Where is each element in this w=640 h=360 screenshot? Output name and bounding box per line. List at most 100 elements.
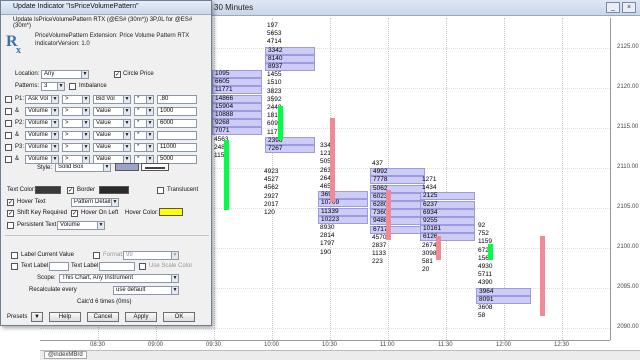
row-multiplier-dropdown[interactable]: * ▼: [134, 95, 154, 104]
price-bar[interactable]: [278, 106, 283, 140]
row-operator-dropdown[interactable]: > ▼: [62, 131, 90, 140]
text-label-input[interactable]: [49, 262, 69, 271]
row-operator-dropdown[interactable]: > ▼: [62, 95, 90, 104]
row-operator-dropdown[interactable]: > ▼: [62, 107, 90, 116]
text-label2-label: Text Label:: [71, 263, 101, 269]
hover-text-checkbox[interactable]: ✓: [7, 199, 14, 206]
grid-line-horizontal: [40, 328, 610, 329]
recalculate-value: use default: [116, 287, 146, 293]
row-field-dropdown[interactable]: Volume ▼: [25, 131, 59, 140]
row-multiplier-dropdown[interactable]: * ▼: [134, 119, 154, 128]
hover-on-left-checkbox[interactable]: ✓: [71, 210, 78, 217]
translucent-checkbox[interactable]: [157, 187, 164, 194]
row-multiplier-dropdown[interactable]: * ▼: [134, 143, 154, 152]
row-value-input[interactable]: 6000: [157, 119, 197, 128]
row-value-input[interactable]: 11000: [157, 143, 197, 152]
volume-cell: 4527: [264, 176, 279, 184]
volume-cell: 1271: [422, 176, 437, 183]
close-icon[interactable]: ×: [622, 2, 636, 13]
fill-color-swatch[interactable]: [115, 163, 139, 171]
row-label: &: [15, 108, 20, 114]
dialog-titlebar[interactable]: Update Indicator "IsPriceVolumePattern": [1, 1, 211, 15]
chart-tab[interactable]: @indexMBrd: [44, 351, 87, 359]
format-dropdown[interactable]: 99 ▼: [123, 251, 179, 260]
use-scale-color-label: Use Scale Color: [149, 263, 193, 269]
ok-button[interactable]: OK: [163, 312, 195, 322]
price-bar[interactable]: [488, 244, 493, 260]
text-color-swatch[interactable]: [35, 186, 61, 194]
row-checkbox[interactable]: [5, 120, 12, 127]
chevron-down-icon: ▼: [146, 144, 153, 151]
pattern-highlight-cell: 10888: [212, 111, 262, 119]
price-bar[interactable]: [436, 236, 441, 260]
row-field-dropdown[interactable]: Volume ▼: [25, 143, 59, 152]
time-axis[interactable]: 08:30 09:00 09:30 10:00 10:30 11:00 11:30 12:00…: [40, 340, 610, 350]
row-multiplier-dropdown[interactable]: * ▼: [134, 107, 154, 116]
patterns-dropdown[interactable]: 3 ▼: [41, 82, 65, 91]
row-field2-dropdown[interactable]: Value ▼: [93, 107, 131, 116]
shift-key-checkbox[interactable]: ✓: [7, 210, 14, 217]
row-value-input[interactable]: [157, 131, 197, 140]
hover-text-value: Pattern Details: [74, 199, 114, 205]
label-current-value-checkbox[interactable]: [11, 252, 18, 259]
circle-price-checkbox[interactable]: ✓: [114, 71, 121, 78]
row-multiplier-dropdown[interactable]: * ▼: [134, 131, 154, 140]
border-checkbox[interactable]: ✓: [67, 187, 74, 194]
style-dropdown[interactable]: Solid Box ▼: [55, 163, 111, 172]
persistent-text-dropdown[interactable]: Volume ▼: [57, 221, 105, 230]
row-checkbox[interactable]: [5, 144, 12, 151]
price-bar[interactable]: [330, 118, 335, 202]
row-field2-dropdown[interactable]: Value ▼: [93, 119, 131, 128]
persistent-text-checkbox[interactable]: [7, 222, 14, 229]
pattern-highlight-cell: 8091: [476, 295, 531, 304]
use-scale-color-checkbox[interactable]: [139, 263, 146, 270]
imbalance-checkbox[interactable]: [69, 83, 76, 90]
minimize-icon[interactable]: _: [606, 2, 620, 13]
line-style-swatch[interactable]: [141, 163, 169, 171]
location-dropdown[interactable]: Any ▼: [41, 70, 89, 79]
scope-dropdown[interactable]: This Chart, Any Instrument ▼: [59, 274, 179, 283]
recalculate-dropdown[interactable]: use default ▼: [113, 286, 179, 295]
row-operator-value: >: [65, 96, 69, 102]
row-field2-dropdown[interactable]: Bid Vol ▼: [93, 95, 131, 104]
price-axis[interactable]: 2125.00 2120.00 2115.00 2110.00 2105.00 2100.…: [610, 18, 640, 340]
row-checkbox[interactable]: [5, 108, 12, 115]
volume-cell: 8930: [320, 224, 335, 231]
volume-cell: 5711: [478, 271, 492, 279]
row-checkbox[interactable]: [5, 156, 12, 163]
price-bar[interactable]: [224, 140, 229, 210]
apply-button[interactable]: Apply: [125, 312, 157, 322]
circle-price-label: Circle Price: [123, 71, 154, 77]
presets-menu-button[interactable]: ▼: [31, 312, 43, 322]
text-label-checkbox[interactable]: [11, 263, 18, 270]
text-label2-input[interactable]: [99, 262, 135, 271]
row-field2-dropdown[interactable]: Value ▼: [93, 131, 131, 140]
row-checkbox[interactable]: [5, 96, 12, 103]
patterns-label: Patterns:: [15, 83, 40, 89]
hover-text-dropdown[interactable]: Pattern Details ▼: [71, 198, 119, 207]
row-value-input[interactable]: 1000: [157, 107, 197, 116]
row-field-dropdown[interactable]: Volume ▼: [25, 155, 59, 164]
row-operator-dropdown[interactable]: > ▼: [62, 119, 90, 128]
row-multiplier-value: *: [137, 144, 140, 150]
pattern-highlight-cell: 8140: [265, 54, 315, 63]
hover-color-swatch[interactable]: [159, 208, 183, 216]
price-bar[interactable]: [540, 236, 545, 316]
chart-titlebar[interactable]: 30 Minutes _ ×: [210, 0, 640, 16]
price-bar[interactable]: [386, 190, 391, 240]
volume-cell: 2814: [320, 232, 335, 240]
help-button[interactable]: Help: [49, 312, 81, 322]
row-field2-dropdown[interactable]: Value ▼: [93, 143, 131, 152]
cancel-button[interactable]: Cancel: [87, 312, 119, 322]
separator: [5, 235, 209, 236]
format-checkbox[interactable]: [93, 252, 100, 259]
persistent-text-label: Persistent Text: [17, 222, 57, 228]
row-value-input[interactable]: .80: [157, 95, 197, 104]
row-field-dropdown[interactable]: Ask Vol ▼: [25, 95, 59, 104]
volume-cell: 4390: [478, 279, 493, 287]
border-color-swatch[interactable]: [99, 186, 129, 194]
row-field-dropdown[interactable]: Volume ▼: [25, 107, 59, 116]
row-checkbox[interactable]: [5, 132, 12, 139]
row-operator-dropdown[interactable]: > ▼: [62, 143, 90, 152]
row-field-dropdown[interactable]: Volume ▼: [25, 119, 59, 128]
